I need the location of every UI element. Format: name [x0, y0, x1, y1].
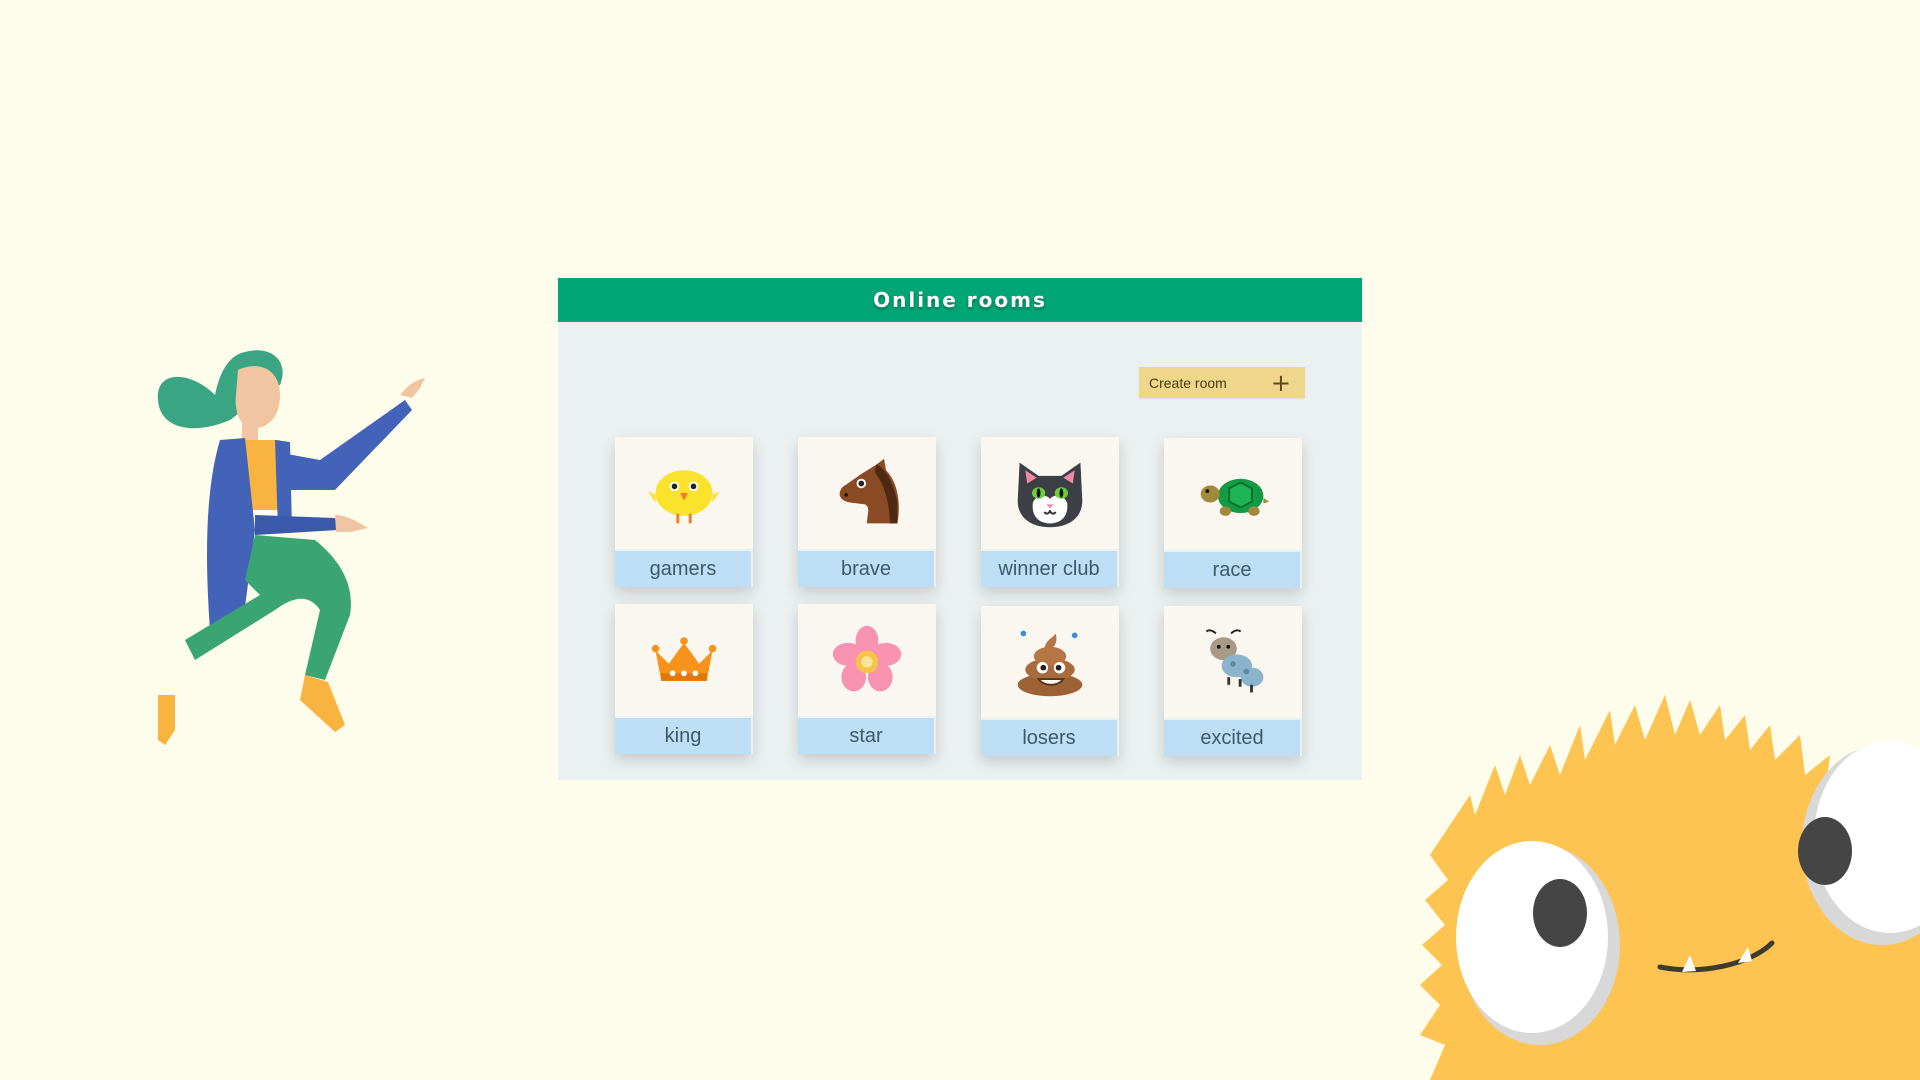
online-rooms-panel: Online rooms Create room + gamers brave … — [558, 278, 1362, 780]
room-card-star[interactable]: star — [798, 604, 936, 754]
room-name: losers — [981, 720, 1117, 756]
room-card-king[interactable]: king — [615, 604, 753, 754]
room-name: excited — [1164, 720, 1300, 756]
room-image — [1164, 606, 1302, 718]
room-image — [615, 604, 753, 716]
room-name: race — [1164, 552, 1300, 588]
poop-icon — [1017, 630, 1083, 697]
room-image — [798, 604, 936, 716]
horse-icon — [839, 458, 899, 524]
room-name: star — [798, 718, 934, 754]
room-card-race[interactable]: race — [1164, 438, 1302, 588]
room-card-winner-club[interactable]: winner club — [981, 437, 1119, 587]
room-name: gamers — [615, 551, 751, 587]
create-room-button[interactable]: Create room + — [1139, 367, 1305, 398]
room-image — [798, 437, 936, 549]
room-image — [981, 606, 1119, 718]
chick-icon — [647, 470, 721, 524]
flower-icon — [832, 625, 902, 692]
fuzzy-monster-illustration — [1420, 695, 1920, 1080]
cat-icon — [1017, 462, 1083, 528]
create-room-label: Create room — [1149, 374, 1227, 391]
turtle-icon — [1200, 478, 1270, 516]
room-card-losers[interactable]: losers — [981, 606, 1119, 756]
room-name: king — [615, 718, 751, 754]
room-image — [615, 437, 753, 549]
room-card-gamers[interactable]: gamers — [615, 437, 753, 587]
plus-icon: + — [1270, 368, 1291, 397]
room-image — [981, 437, 1119, 549]
room-card-excited[interactable]: excited — [1164, 606, 1302, 756]
room-image — [1164, 438, 1302, 550]
room-name: winner club — [981, 551, 1117, 587]
panel-title: Online rooms — [558, 278, 1362, 322]
room-card-brave[interactable]: brave — [798, 437, 936, 587]
crown-icon — [651, 637, 717, 681]
room-name: brave — [798, 551, 934, 587]
dancing-person-illustration — [157, 350, 425, 745]
bug-icon — [1205, 629, 1264, 693]
